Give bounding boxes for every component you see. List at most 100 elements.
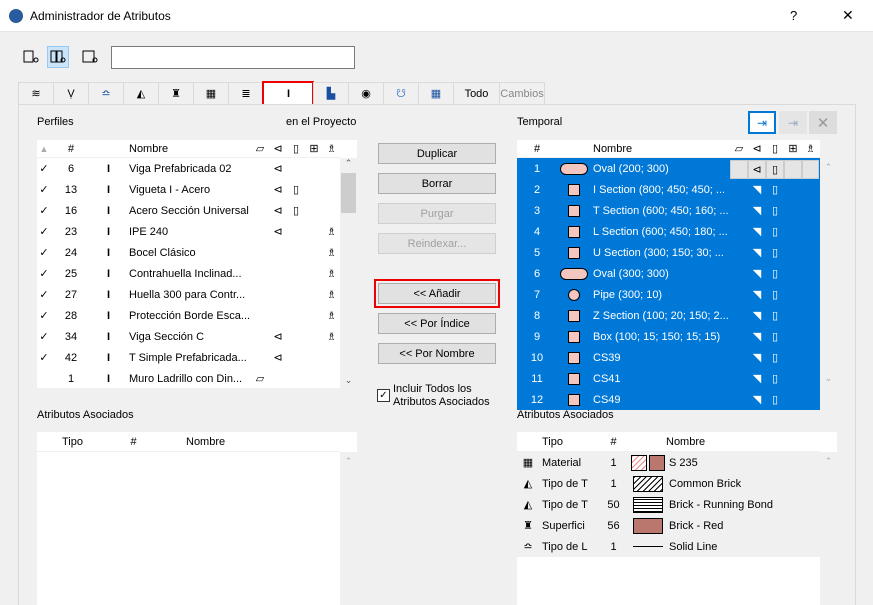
- right-scrollbar[interactable]: ⌃ ⌄: [820, 158, 837, 408]
- view-left-button[interactable]: [20, 46, 42, 68]
- left-scrollbar[interactable]: ⌃ ⌄: [340, 158, 357, 388]
- tab-todo[interactable]: Todo: [453, 82, 499, 105]
- profile-preview-icon: [557, 288, 590, 301]
- beam-use-icon: ⊲: [273, 226, 283, 238]
- row-type: Tipo de L: [542, 540, 588, 553]
- header-name[interactable]: Nombre: [663, 436, 705, 448]
- table-row[interactable]: 7 Pipe (300; 10) ◥ ▯: [517, 284, 820, 305]
- assoc-left-scrollbar[interactable]: ⌃: [340, 452, 357, 605]
- header-num[interactable]: #: [117, 436, 150, 448]
- table-row[interactable]: ♜ Superfici 56 Brick - Red: [517, 515, 820, 536]
- table-row[interactable]: ≏ Tipo de L 1 Solid Line: [517, 536, 820, 557]
- tab-lines[interactable]: ≏: [88, 82, 123, 105]
- export-button[interactable]: ⇥: [779, 111, 807, 134]
- reindex-button[interactable]: Reindexar...: [378, 233, 496, 254]
- close-button[interactable]: ✕: [842, 7, 854, 24]
- check-icon: ✓: [39, 205, 49, 217]
- tab-operations[interactable]: ☋: [383, 82, 418, 105]
- add-by-index-button[interactable]: << Por Índice: [378, 313, 496, 334]
- object-toggle[interactable]: [802, 159, 819, 179]
- assoc-right-scrollbar[interactable]: ⌃: [820, 452, 837, 605]
- table-row[interactable]: 3 T Section (600; 450; 160; ... ◥ ▯: [517, 200, 820, 221]
- profile-preview-icon: [557, 225, 590, 238]
- header-tipo[interactable]: Tipo: [539, 436, 597, 448]
- table-row[interactable]: 10 CS39 ◥ ▯: [517, 347, 820, 368]
- profile-preview-icon: I: [106, 162, 111, 175]
- scroll-thumb[interactable]: [341, 173, 356, 213]
- table-row[interactable]: ✓ 34 I Viga Sección C ⊲ ♗: [37, 326, 357, 347]
- tab-layers[interactable]: ≋: [18, 82, 53, 105]
- table-row[interactable]: ◭ Tipo de T 1 Common Brick: [517, 473, 820, 494]
- table-row[interactable]: ✓ 13 I Vigueta I - Acero ⊲ ▯: [37, 179, 357, 200]
- tab-surfaces[interactable]: ♜: [158, 82, 193, 105]
- tab-fills[interactable]: ◭: [123, 82, 158, 105]
- surface-swatch: [633, 517, 663, 534]
- search-input[interactable]: [111, 46, 355, 69]
- import-file-icon: ⇥: [756, 115, 768, 130]
- table-row[interactable]: 4 L Section (600; 450; 180; ... ◥ ▯: [517, 221, 820, 242]
- add-by-name-button[interactable]: << Por Nombre: [378, 343, 496, 364]
- profile-preview-icon: I: [106, 183, 111, 196]
- duplicate-button[interactable]: Duplicar: [378, 143, 496, 164]
- table-row[interactable]: 1 I Muro Ladrillo con Din... ▱: [37, 368, 357, 389]
- wall-toggle[interactable]: [730, 159, 748, 179]
- table-row[interactable]: ✓ 42 I T Simple Prefabricada... ⊲: [37, 347, 357, 368]
- table-row[interactable]: ▦ Material 1 S 235: [517, 452, 820, 473]
- tab-pens[interactable]: Ṿ: [53, 82, 88, 105]
- beam-use-icon: ⊲: [273, 163, 283, 175]
- table-row[interactable]: ◭ Tipo de T 50 Brick - Running Bond: [517, 494, 820, 515]
- table-row[interactable]: 11 CS41 ◥ ▯: [517, 368, 820, 389]
- header-num[interactable]: #: [597, 436, 630, 448]
- table-row[interactable]: 2 I Section (800; 450; 450; ... ◥ ▯: [517, 179, 820, 200]
- table-row[interactable]: ✓ 24 I Bocel Clásico ♗: [37, 242, 357, 263]
- table-row[interactable]: ✓ 28 I Protección Borde Esca... ♗: [37, 305, 357, 326]
- tab-mep[interactable]: ▙: [313, 82, 348, 105]
- beam-use-icon: ◥: [752, 352, 762, 364]
- view-both-button[interactable]: [47, 46, 69, 68]
- tab-profiles[interactable]: I: [262, 81, 314, 106]
- table-row[interactable]: ✓ 25 I Contrahuella Inclinad... ♗: [37, 263, 357, 284]
- header-name[interactable]: Nombre: [590, 143, 730, 155]
- delete-temp-button[interactable]: ✕: [809, 111, 837, 134]
- object-use-icon: ♗: [326, 226, 337, 238]
- fill-swatch: [633, 475, 663, 492]
- table-row[interactable]: ✓ 6 I Viga Prefabricada 02 ⊲: [37, 158, 357, 179]
- table-row[interactable]: 9 Box (100; 15; 150; 15; 15) ◥ ▯: [517, 326, 820, 347]
- row-index: 1: [533, 162, 541, 175]
- left-list-title: Perfiles: [37, 116, 74, 128]
- table-row[interactable]: 8 Z Section (100; 20; 150; 2... ◥ ▯: [517, 305, 820, 326]
- table-row[interactable]: ✓ 16 I Acero Sección Universal ⊲ ▯: [37, 200, 357, 221]
- import-button[interactable]: ⇥: [748, 111, 776, 134]
- delete-button[interactable]: Borrar: [378, 173, 496, 194]
- column-toggle[interactable]: ▯: [766, 159, 784, 179]
- header-name[interactable]: Nombre: [126, 143, 251, 155]
- include-associated-checkbox[interactable]: ✓: [377, 389, 390, 402]
- tab-energy[interactable]: ▦: [418, 82, 453, 105]
- header-tipo[interactable]: Tipo: [59, 436, 117, 448]
- tab-zones[interactable]: ≣: [228, 82, 263, 105]
- table-row[interactable]: ✓ 27 I Huella 300 para Contr... ♗: [37, 284, 357, 305]
- cut-fill-swatch: [631, 454, 647, 471]
- header-num[interactable]: #: [517, 143, 557, 155]
- tab-materials[interactable]: ▦: [193, 82, 228, 105]
- table-row[interactable]: 5 U Section (300; 150; 30; ... ◥ ▯: [517, 242, 820, 263]
- header-num[interactable]: #: [51, 143, 91, 155]
- tab-markup[interactable]: ◉: [348, 82, 383, 105]
- column-use-icon: ▯: [771, 310, 779, 322]
- column-use-icon: ▯: [771, 268, 779, 280]
- table-row[interactable]: 6 Oval (300; 300) ◥ ▯: [517, 263, 820, 284]
- purge-button[interactable]: Purgar: [378, 203, 496, 224]
- add-button[interactable]: << Añadir: [374, 279, 500, 308]
- table-row[interactable]: ✓ 23 I IPE 240 ⊲ ♗: [37, 221, 357, 242]
- table-row[interactable]: 12 CS49 ◥ ▯: [517, 389, 820, 410]
- view-right-button[interactable]: [79, 46, 101, 68]
- table-row[interactable]: 1 Oval (200; 300) ⊲ ▯: [517, 158, 820, 179]
- tab-cambios[interactable]: Cambios: [499, 82, 545, 105]
- row-index: 6: [67, 162, 75, 175]
- help-button[interactable]: ?: [790, 8, 797, 23]
- beam-toggle[interactable]: ⊲: [748, 159, 766, 179]
- sort-arrow-icon[interactable]: ▲: [37, 144, 51, 154]
- header-name[interactable]: Nombre: [183, 436, 225, 448]
- railing-toggle[interactable]: [784, 159, 802, 179]
- wall-use-icon: ▱: [255, 373, 265, 385]
